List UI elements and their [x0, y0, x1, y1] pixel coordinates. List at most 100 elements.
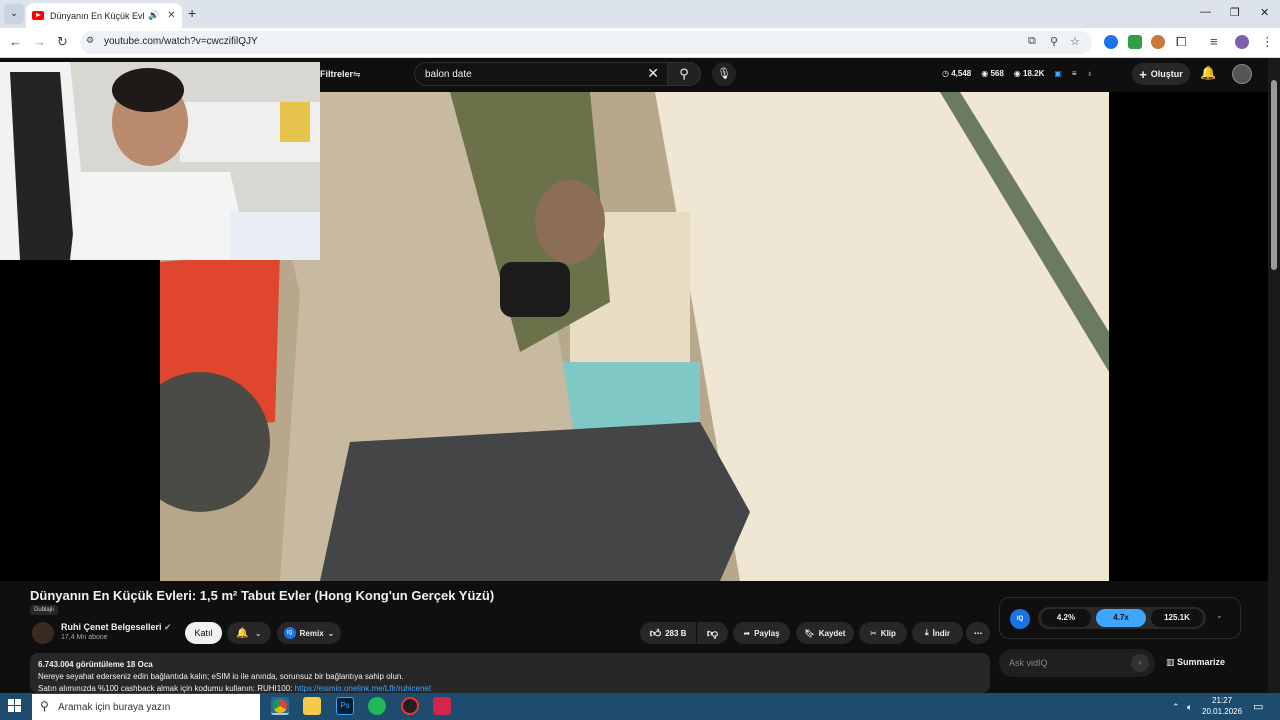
list-icon[interactable]: ≡ [1072, 69, 1077, 78]
notifications-bell-icon[interactable]: 🔔 [1200, 65, 1216, 81]
install-icon[interactable]: ⧉ [1028, 35, 1036, 48]
filter-icon[interactable]: ⇋ [353, 69, 361, 80]
extension-icon[interactable] [1104, 35, 1118, 49]
browser-tab[interactable]: Dünyanın En Küçük Evleri: 1 🔊 ✕ [26, 3, 182, 28]
minimize-button[interactable]: — [1200, 6, 1211, 18]
remix-button[interactable]: IQ Remix ⌄ [277, 622, 341, 644]
vidiq-header-icon[interactable]: ▣ [1054, 69, 1062, 78]
share-button[interactable]: ➦ Paylaş [733, 622, 790, 644]
channel-name[interactable]: Ruhi Çenet Belgeselleri ✔ [61, 622, 172, 633]
like-button[interactable]: 👍︎ 283 B [640, 622, 696, 644]
site-info-icon[interactable]: ⚙ [86, 35, 94, 46]
summarize-button[interactable]: ▥ Summarize [1166, 657, 1225, 668]
webcam-overlay [0, 62, 320, 260]
subscribe-bell-button[interactable]: 🔔 ⌄ [227, 622, 271, 644]
description-link[interactable]: https://esimio.onelink.me/Lflr/ruhicenet [295, 684, 432, 693]
new-tab-button[interactable]: + [188, 5, 196, 21]
chevron-down-icon[interactable]: ⌄ [1216, 611, 1223, 620]
media-control-icon[interactable]: ≡ [1210, 34, 1218, 49]
send-arrow-icon[interactable]: › [1131, 654, 1149, 672]
page-scrollbar[interactable] [1268, 58, 1280, 693]
taskbar-search-input[interactable]: ⚲ Aramak için buraya yazın [32, 694, 260, 720]
clip-label: Klip [880, 628, 896, 638]
more-actions-button[interactable]: ⋯ [966, 622, 990, 644]
taskbar-search-placeholder: Aramak için buraya yazın [58, 702, 171, 713]
description-box[interactable]: 6.743.004 görüntüleme 18 Oca Nereye seya… [30, 653, 990, 693]
spotify-icon[interactable] [368, 697, 386, 715]
ask-placeholder: Ask vidIQ [1009, 658, 1048, 668]
vidiq-logo-icon[interactable]: IQ [1010, 609, 1030, 629]
volume-icon[interactable]: 🔈︎ [1187, 702, 1192, 713]
filters-label[interactable]: Filtreler [320, 69, 353, 79]
microphone-icon: 🎙 [717, 68, 731, 80]
speaker-icon[interactable]: 🔊 [148, 10, 159, 21]
clear-search-icon[interactable]: ✕ [647, 65, 659, 82]
app-icon[interactable] [401, 697, 419, 715]
more-icon: ⋯ [974, 628, 982, 638]
download-label: İndir [932, 628, 950, 638]
download-icon: ⤓ [925, 628, 929, 637]
tab-list-button[interactable]: ⌄ [4, 4, 24, 24]
url-text: youtube.com/watch?v=cwczifilQJY [104, 36, 258, 47]
video-title: Dünyanın En Küçük Evleri: 1,5 m² Tabut E… [30, 588, 495, 603]
zoom-icon[interactable]: ⚲ [1050, 35, 1058, 48]
address-bar[interactable]: ⚙ youtube.com/watch?v=cwczifilQJY ⧉ ⚲ ☆ [80, 31, 1092, 54]
app-icon[interactable] [433, 697, 451, 715]
windows-start-icon[interactable] [8, 699, 22, 713]
save-label: Kaydet [818, 628, 846, 638]
vidiq-stat[interactable]: 4.2% [1041, 609, 1091, 627]
back-arrow-icon[interactable]: ← [9, 34, 22, 49]
ask-vidiq-input[interactable]: Ask vidIQ › [999, 649, 1155, 677]
file-explorer-icon[interactable] [303, 697, 321, 715]
save-button[interactable]: 🔖︎ Kaydet [796, 622, 854, 644]
download-button[interactable]: ⤓ İndir [912, 622, 963, 644]
plus-icon: + [1139, 66, 1147, 82]
extension-icon[interactable] [1151, 35, 1165, 49]
search-button[interactable]: ⚲ [667, 62, 701, 86]
tab-close-icon[interactable]: ✕ [167, 10, 175, 21]
tray-chevron-icon[interactable]: ⌃ [1172, 702, 1180, 713]
voice-search-button[interactable]: 🎙 [712, 62, 736, 86]
restore-button[interactable]: ❐ [1230, 6, 1240, 19]
forward-arrow-icon[interactable]: → [33, 34, 46, 49]
share-label: Paylaş [754, 628, 780, 638]
channel-avatar[interactable] [32, 622, 54, 644]
search-icon: ⚲ [679, 66, 689, 81]
vidiq-stat[interactable]: 125.1K [1151, 609, 1203, 627]
create-button[interactable]: + Oluştur [1132, 63, 1190, 85]
search-icon: ⚲ [40, 699, 49, 713]
puzzle-icon[interactable]: ⧠ [1176, 34, 1186, 50]
subscriber-count: 17,4 Mn abone [61, 634, 108, 641]
like-count: 283 B [665, 628, 687, 638]
join-button[interactable]: Katıl [185, 622, 222, 644]
notification-icon[interactable]: ▭ [1253, 700, 1263, 713]
user-avatar[interactable] [1232, 64, 1252, 84]
dislike-button[interactable]: 👎︎ [697, 622, 728, 644]
reload-icon[interactable]: ↻ [57, 34, 68, 50]
vidiq-icon: IQ [283, 627, 296, 639]
chrome-icon[interactable] [271, 697, 289, 715]
search-input[interactable]: balon date ✕ [414, 62, 668, 86]
browser-toolbar: ← → ↻ ⚙ youtube.com/watch?v=cwczifilQJY … [0, 28, 1280, 58]
remix-label: Remix [299, 628, 324, 638]
vidiq-stat-active[interactable]: 4.7x [1096, 609, 1146, 627]
views-stat: ◷ 4,548 [942, 69, 972, 78]
profile-avatar[interactable] [1235, 35, 1249, 49]
verified-icon: ✔ [164, 622, 172, 632]
clip-button[interactable]: ✂ Klip [859, 622, 907, 644]
create-label: Oluştur [1150, 69, 1183, 79]
youtube-favicon-icon [32, 11, 44, 20]
taskbar-clock[interactable]: 21:27 20.01.2026 [1202, 695, 1242, 717]
menu-icon[interactable]: ⋮ [1261, 34, 1274, 50]
scroll-thumb[interactable] [1271, 80, 1277, 270]
streamer-webcam-image [0, 62, 320, 260]
photoshop-icon[interactable]: Ps [336, 697, 354, 715]
extension-icon[interactable] [1128, 35, 1142, 49]
bell-icon: 🔔 [236, 627, 249, 639]
close-window-button[interactable]: ✕ [1260, 6, 1269, 19]
trophy-icon[interactable]: ♁ [1087, 69, 1093, 78]
thumbs-down-icon: 👎︎ [706, 627, 719, 640]
search-value: balon date [425, 69, 472, 80]
bookmark-star-icon[interactable]: ☆ [1070, 35, 1080, 48]
chevron-down-icon: ⌄ [254, 628, 262, 638]
